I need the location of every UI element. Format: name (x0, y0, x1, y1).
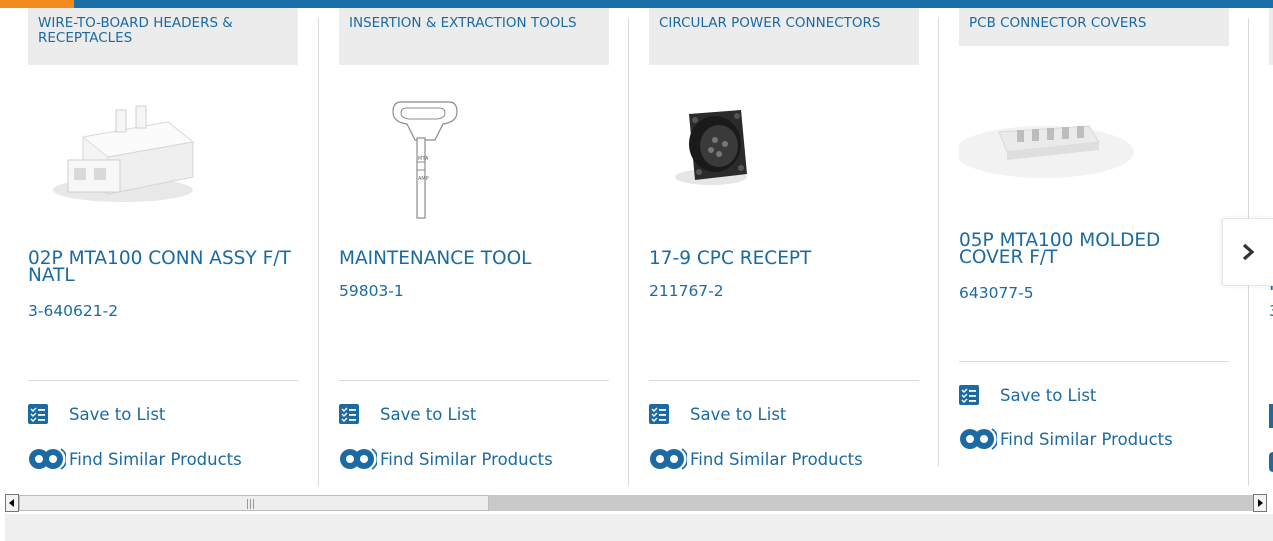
save-to-list-button[interactable]: Save to List (649, 401, 786, 427)
category-label[interactable]: INSERTION & EXTRACTION TOOLS (339, 8, 609, 65)
find-similar-button[interactable]: Find Similar Products (959, 426, 1173, 452)
category-label-partial (1269, 8, 1273, 65)
part-number[interactable]: 643077-5 (959, 284, 1034, 302)
checklist-icon (28, 404, 48, 424)
product-title[interactable]: 02P MTA100 CONN ASSY F/T NATL (28, 249, 298, 285)
category-label[interactable]: WIRE-TO-BOARD HEADERS & RECEPTACLES (28, 8, 298, 65)
part-number-partial[interactable]: 3 (1269, 302, 1273, 320)
find-similar-label: Find Similar Products (690, 449, 863, 469)
save-to-list-button[interactable]: Save to List (339, 401, 476, 427)
card-divider (938, 18, 939, 466)
category-label[interactable]: CIRCULAR POWER CONNECTORS (649, 8, 919, 65)
scroll-left-button[interactable] (5, 494, 19, 512)
scrollbar-thumb[interactable] (19, 495, 489, 511)
card-separator (959, 361, 1229, 362)
find-similar-button[interactable]: Find Similar Products (649, 446, 863, 472)
find-similar-button[interactable]: Find Similar Products (28, 446, 242, 472)
save-to-list-label: Save to List (1000, 385, 1097, 405)
scrollbar-grip-icon (247, 499, 254, 509)
product-image[interactable] (649, 82, 919, 222)
part-number[interactable]: 3-640621-2 (28, 302, 118, 320)
product-card: PCB CONNECTOR COVERS 05P MTA100 MOLDED C… (959, 8, 1249, 486)
find-similar-label: Find Similar Products (69, 449, 242, 469)
product-title[interactable]: 05P MTA100 MOLDED COVER F/T (959, 231, 1229, 267)
scroll-right-arrow-icon (1258, 499, 1263, 507)
part-number[interactable]: 59803-1 (339, 282, 404, 300)
checklist-icon (959, 385, 979, 405)
scrollbar-track[interactable] (19, 495, 1253, 511)
checklist-icon[interactable] (1269, 404, 1273, 428)
card-separator (28, 380, 298, 381)
gears-icon (29, 448, 66, 470)
product-image[interactable]: MTA AMP (339, 82, 609, 222)
find-similar-label: Find Similar Products (380, 449, 553, 469)
gears-icon (650, 448, 687, 470)
gears-icon[interactable] (1269, 452, 1273, 472)
card-divider (318, 18, 319, 486)
gears-icon (340, 448, 377, 470)
save-to-list-label: Save to List (69, 404, 166, 424)
chevron-right-icon (1242, 243, 1255, 261)
checklist-icon (339, 404, 359, 424)
scroll-right-button[interactable] (1253, 494, 1267, 512)
product-card: WIRE-TO-BOARD HEADERS & RECEPTACLES 02P … (28, 8, 318, 486)
svg-text:AMP: AMP (418, 176, 429, 182)
page-footer-area (5, 514, 1273, 541)
save-to-list-label: Save to List (690, 404, 787, 424)
save-to-list-button[interactable]: Save to List (959, 382, 1096, 408)
horizontal-scrollbar[interactable] (5, 494, 1273, 514)
checklist-icon (649, 404, 669, 424)
product-title[interactable]: MAINTENANCE TOOL (339, 249, 609, 268)
product-image[interactable] (959, 82, 1229, 222)
product-card: INSERTION & EXTRACTION TOOLS MTA AMP MAI… (339, 8, 629, 486)
find-similar-label: Find Similar Products (1000, 429, 1173, 449)
product-card: CIRCULAR POWER CONNECTORS 17-9 CPC RECEP… (649, 8, 939, 486)
svg-text:MTA: MTA (418, 156, 429, 162)
top-accent-bar (0, 0, 1273, 8)
product-title[interactable]: 17-9 CPC RECEPT (649, 249, 919, 268)
find-similar-button[interactable]: Find Similar Products (339, 446, 553, 472)
scroll-left-arrow-icon (9, 499, 14, 507)
card-separator (339, 380, 609, 381)
save-to-list-button[interactable]: Save to List (28, 401, 165, 427)
product-carousel: WIRE-TO-BOARD HEADERS & RECEPTACLES 02P … (0, 8, 1273, 486)
category-label[interactable]: PCB CONNECTOR COVERS (959, 8, 1229, 46)
product-image[interactable] (28, 82, 298, 222)
part-number[interactable]: 211767-2 (649, 282, 724, 300)
card-divider (628, 18, 629, 486)
gears-icon (960, 428, 997, 450)
save-to-list-label: Save to List (380, 404, 477, 424)
card-separator (649, 380, 919, 381)
top-bar-orange-accent (0, 0, 74, 8)
carousel-next-button[interactable] (1222, 218, 1273, 286)
